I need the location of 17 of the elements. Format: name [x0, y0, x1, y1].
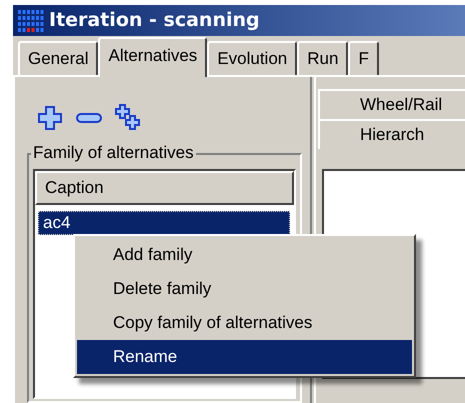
menu-item[interactable]: Add family [77, 238, 412, 272]
menu-item[interactable]: Copy family of alternatives [77, 306, 412, 340]
menu-item[interactable]: Rename [77, 340, 412, 374]
minus-icon[interactable] [75, 111, 103, 125]
plus-icon[interactable] [37, 105, 63, 131]
column-header[interactable]: Caption [35, 171, 294, 205]
tab[interactable]: Run [297, 41, 348, 75]
app-icon [17, 8, 45, 34]
window-title: Iteration - scanning [49, 8, 260, 34]
tab[interactable]: Hierarch [318, 119, 465, 149]
menu-item[interactable]: Delete family [77, 272, 412, 306]
tab[interactable]: Alternatives [98, 37, 208, 77]
tab[interactable]: F [348, 41, 379, 75]
double-plus-icon[interactable] [115, 104, 143, 132]
tab[interactable]: Wheel/Rail [318, 89, 465, 119]
list-row[interactable]: ac4 [38, 211, 290, 235]
tab[interactable]: Evolution [207, 41, 298, 75]
